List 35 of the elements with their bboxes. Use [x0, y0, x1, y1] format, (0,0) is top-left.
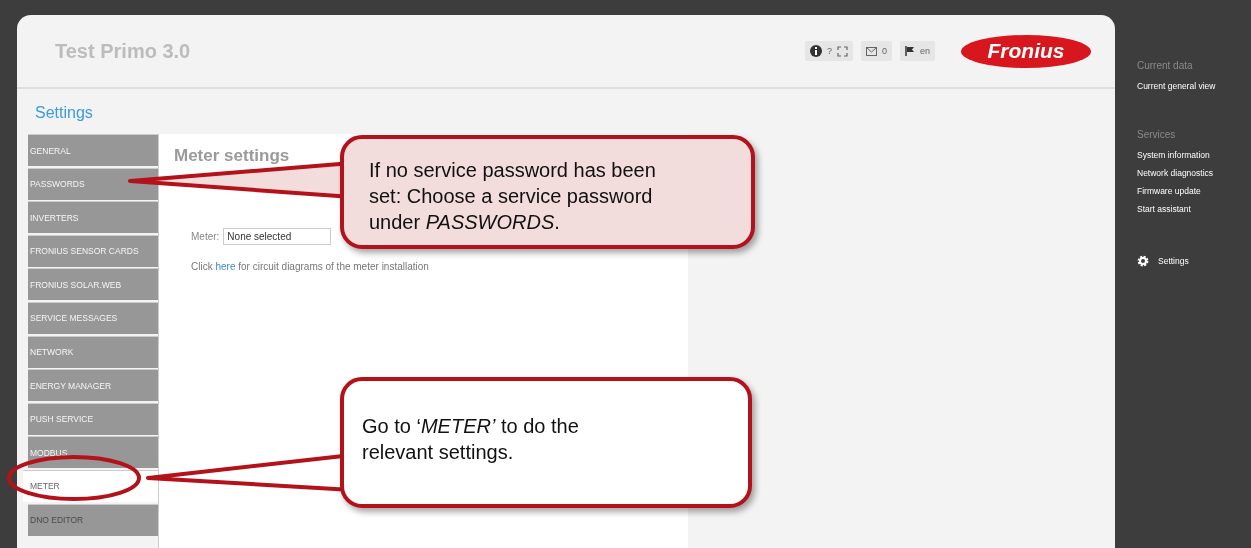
- logo: Fronius: [961, 34, 1091, 68]
- sidebar-item[interactable]: Firmware update: [1137, 186, 1251, 196]
- sidebar-item[interactable]: Network diagnostics: [1137, 168, 1251, 178]
- section-heading: Meter settings: [174, 146, 291, 166]
- sidebar-item[interactable]: Start assistant: [1137, 204, 1251, 214]
- sidebar-item[interactable]: Settings: [1158, 256, 1189, 266]
- menu-item[interactable]: MODBUS: [28, 436, 158, 469]
- help-button[interactable]: ?: [826, 46, 832, 56]
- menu-item[interactable]: INVERTERS: [28, 201, 158, 234]
- language-selector[interactable]: en: [920, 46, 930, 56]
- sidebar-heading: Services: [1137, 129, 1177, 140]
- link[interactable]: here: [215, 261, 236, 272]
- message-count: 0: [881, 46, 887, 56]
- info-icon: [809, 45, 822, 57]
- menu-item[interactable]: PUSH SERVICE: [28, 402, 158, 435]
- menu-item[interactable]: FRONIUS SENSOR CARDS: [28, 234, 158, 267]
- mail-icon: [865, 46, 877, 56]
- callout: Go to ‘METER’ to do the relevant settings.: [340, 377, 752, 508]
- sidebar-item[interactable]: System information: [1137, 150, 1251, 160]
- info-text: Click here for circuit diagrams of the meter installation: [191, 261, 430, 272]
- gear-icon: [1137, 255, 1149, 267]
- page-title: Settings: [35, 104, 94, 122]
- expand-icon: [836, 45, 848, 57]
- menu-item[interactable]: SERVICE MESSAGES: [28, 301, 158, 334]
- menu-item[interactable]: FRONIUS SOLAR.WEB: [28, 268, 158, 301]
- meter-dropdown[interactable]: None selected: [223, 228, 332, 245]
- callout: If no service password has been set: Choose a service password under PASSWORDS.: [340, 135, 755, 249]
- menu-item[interactable]: ENERGY MANAGER: [28, 369, 158, 402]
- menu-item[interactable]: GENERAL: [28, 134, 158, 166]
- menu-item[interactable]: NETWORK: [28, 335, 158, 368]
- sidebar-item[interactable]: Current general view: [1137, 81, 1251, 91]
- field-label: Meter:: [191, 231, 220, 242]
- menu-item[interactable]: PASSWORDS: [28, 167, 158, 200]
- sidebar-heading: Current data: [1137, 60, 1194, 71]
- flag-icon: [905, 46, 915, 56]
